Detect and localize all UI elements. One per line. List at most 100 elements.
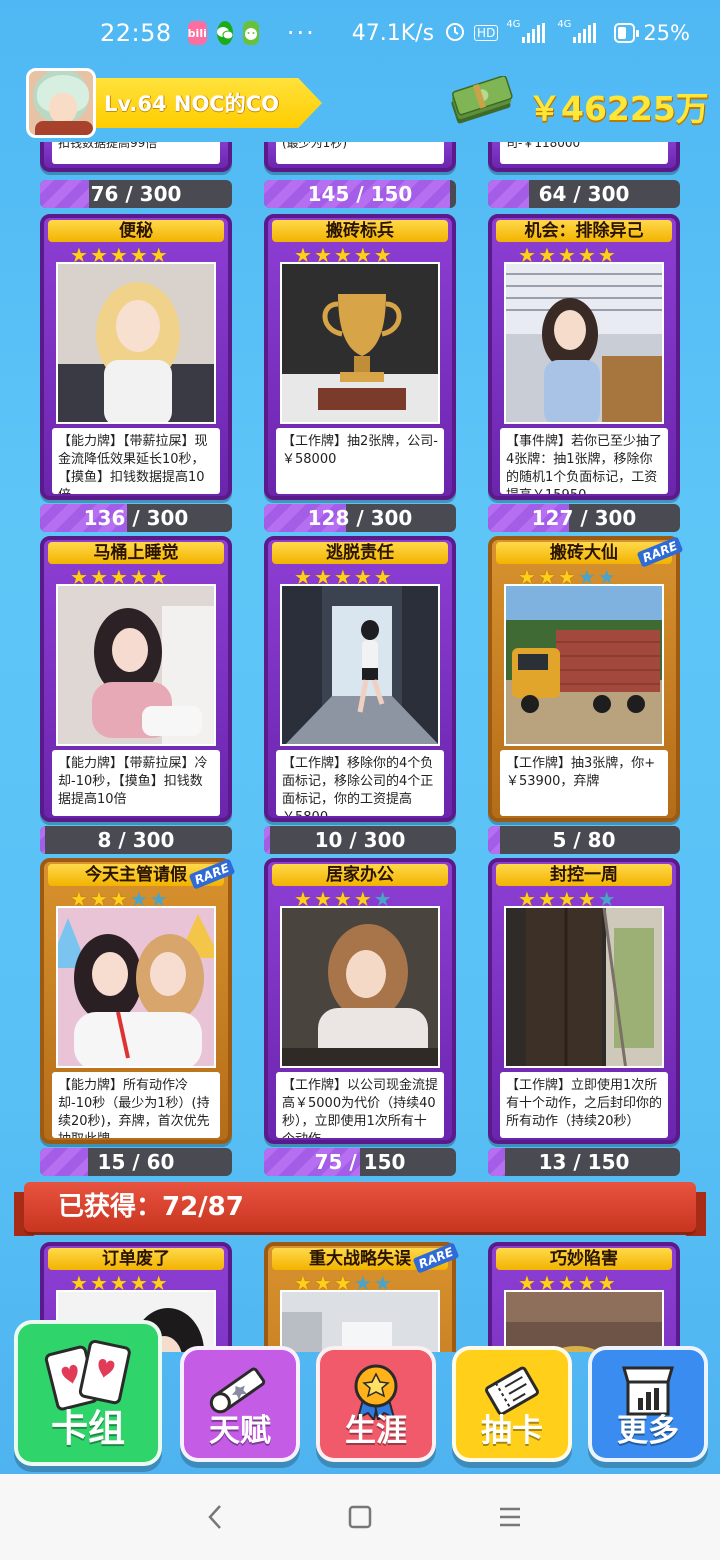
tab-more[interactable]: 更多 — [588, 1346, 708, 1462]
card-progress: 127 / 300 — [488, 504, 680, 532]
card-description: 司-￥118000 — [500, 142, 668, 164]
progress-text: 136 / 300 — [83, 506, 189, 530]
progress-text: 75 / 150 — [314, 1150, 406, 1174]
card-eliminate-rivals[interactable]: 机会：排除异己 ★★★★★ 【事件牌】若你已至少抽了4张牌：抽1张牌，移除你的随… — [488, 214, 680, 500]
tab-draw-card[interactable]: 抽卡 — [452, 1346, 572, 1462]
more-notifications-icon: ··· — [286, 19, 316, 47]
card-partial-3[interactable]: 司-￥118000 — [488, 142, 680, 172]
avatar[interactable] — [26, 68, 96, 138]
card-art — [504, 906, 664, 1068]
card-progress: 75 / 150 — [264, 1148, 456, 1176]
home-icon[interactable] — [340, 1500, 380, 1534]
card-art — [56, 262, 216, 424]
tab-career[interactable]: 生涯 — [316, 1346, 436, 1462]
signal-2-icon: 4G — [557, 19, 597, 43]
card-art — [280, 584, 440, 746]
progress-text: 76 / 300 — [90, 182, 182, 206]
tab-deck[interactable]: 卡组 — [14, 1320, 162, 1466]
recents-icon[interactable] — [490, 1500, 530, 1534]
card-art — [56, 906, 216, 1068]
money-stack-icon — [451, 76, 513, 124]
card-progress: 15 / 60 — [40, 1148, 232, 1176]
card-brick-master[interactable]: 搬砖大仙 RARE ★★★★★ 【工作牌】抽3张牌，你+￥53900，弃牌 — [488, 536, 684, 822]
progress-text: 10 / 300 — [314, 828, 406, 852]
card-sleep-on-toilet[interactable]: 马桶上睡觉 ★★★★★ 【能力牌】【带薪拉屎】冷却-10秒，【摸鱼】扣钱数据提高… — [40, 536, 232, 822]
network-speed: 47.1K/s — [351, 20, 435, 46]
card-name: 便秘 — [48, 220, 224, 242]
obtained-count: 已获得：72/87 — [58, 1192, 244, 1222]
card-lockdown-week[interactable]: 封控一周 ★★★★★ 【工作牌】立即使用1次所有十个动作，之后封印你的所有动作（… — [488, 858, 680, 1144]
card-name: 搬砖标兵 — [272, 220, 448, 242]
card-description: 扣钱数据提高99倍 — [52, 142, 220, 164]
card-progress: 136 / 300 — [40, 504, 232, 532]
signal-2-label: 4G — [557, 19, 572, 30]
money-amount: ￥46225万 — [528, 89, 709, 128]
card-art — [56, 584, 216, 746]
card-progress: 64 / 300 — [488, 180, 680, 208]
card-description: 【工作牌】移除你的4个负面标记，移除公司的4个正面标记，你的工资提高￥5800 — [276, 750, 444, 816]
card-art — [504, 584, 664, 746]
card-progress: 145 / 150 — [264, 180, 456, 208]
bottom-tab-bar: 卡组 天赋 生涯 抽卡 更多 — [0, 1320, 720, 1470]
card-partial-2[interactable]: (最少为1秒) — [264, 142, 456, 172]
signal-1-icon: 4G — [506, 19, 546, 43]
card-progress: 128 / 300 — [264, 504, 456, 532]
status-bar: 22:58 bili ··· 47.1K/s HD 4G 4G 25% — [0, 0, 720, 66]
progress-text: 128 / 300 — [307, 506, 413, 530]
card-description: 【工作牌】立即使用1次所有十个动作，之后封印你的所有动作（持续20秒） — [500, 1072, 668, 1138]
progress-text: 145 / 150 — [307, 182, 413, 206]
alarm-icon — [444, 20, 466, 47]
back-icon[interactable] — [196, 1500, 236, 1534]
battery-icon — [614, 23, 640, 43]
player-level-name: Lv.64 NOC的CO — [104, 92, 279, 116]
card-description: 【能力牌】【带薪拉屎】冷却-10秒，【摸鱼】扣钱数据提高10倍 — [52, 750, 220, 816]
wechat-icon — [216, 21, 233, 45]
progress-text: 15 / 60 — [97, 1150, 175, 1174]
card-art — [280, 906, 440, 1068]
system-nav-bar — [0, 1474, 720, 1560]
card-description: 【能力牌】所有动作冷却-10秒（最少为1秒）(持续20秒)，弃牌，首次优先抽取此… — [52, 1072, 220, 1138]
progress-text: 5 / 80 — [552, 828, 616, 852]
tab-label: 天赋 — [209, 1413, 271, 1449]
card-progress: 8 / 300 — [40, 826, 232, 854]
card-constipation[interactable]: 便秘 ★★★★★ 【能力牌】【带薪拉屎】现金流降低效果延长10秒，【摸鱼】扣钱数… — [40, 214, 232, 500]
progress-text: 8 / 300 — [97, 828, 175, 852]
card-name: 机会：排除异己 — [496, 220, 672, 242]
card-name: 巧妙陷害 — [496, 1248, 672, 1270]
card-description: (最少为1秒) — [276, 142, 444, 164]
card-name: 订单废了 — [48, 1248, 224, 1270]
card-name: 马桶上睡觉 — [48, 542, 224, 564]
battery-percent: 25% — [643, 21, 690, 45]
card-description: 【能力牌】【带薪拉屎】现金流降低效果延长10秒，【摸鱼】扣钱数据提高10倍 — [52, 428, 220, 494]
card-description: 【工作牌】以公司现金流提高￥5000为代价（持续40秒），立即使用1次所有十个动… — [276, 1072, 444, 1138]
card-progress: 13 / 150 — [488, 1148, 680, 1176]
progress-text: 13 / 150 — [538, 1150, 630, 1174]
card-art — [504, 262, 664, 424]
card-brick-model-worker[interactable]: 搬砖标兵 ★★★★★ 【工作牌】抽2张牌，公司-￥58000 — [264, 214, 456, 500]
progress-text: 127 / 300 — [531, 506, 637, 530]
card-progress: 5 / 80 — [488, 826, 680, 854]
player-header: Lv.64 NOC的CO ￥46225万 — [0, 66, 720, 142]
bilibili-app-icon: bili — [187, 21, 207, 45]
card-description: 【工作牌】抽3张牌，你+￥53900，弃牌 — [500, 750, 668, 816]
card-name: 封控一周 — [496, 864, 672, 886]
card-collection: 扣钱数据提高99倍 (最少为1秒) 司-￥118000 76 / 300 145… — [0, 142, 720, 1352]
card-art — [280, 262, 440, 424]
signal-1-label: 4G — [506, 19, 521, 30]
tab-talent[interactable]: 天赋 — [180, 1346, 300, 1462]
obtained-ribbon: 已获得：72/87 — [14, 1182, 706, 1236]
card-progress: 10 / 300 — [264, 826, 456, 854]
card-name: 逃脱责任 — [272, 542, 448, 564]
card-name: 居家办公 — [272, 864, 448, 886]
progress-text: 64 / 300 — [538, 182, 630, 206]
card-work-from-home[interactable]: 居家办公 ★★★★★ 【工作牌】以公司现金流提高￥5000为代价（持续40秒），… — [264, 858, 456, 1144]
card-description: 【事件牌】若你已至少抽了4张牌：抽1张牌，移除你的随机1个负面标记，工资提高￥1… — [500, 428, 668, 494]
tab-label: 抽卡 — [481, 1413, 543, 1449]
card-partial-1[interactable]: 扣钱数据提高99倍 — [40, 142, 232, 172]
game-app-icon — [242, 21, 259, 45]
card-escape-responsibility[interactable]: 逃脱责任 ★★★★★ 【工作牌】移除你的4个负面标记，移除公司的4个正面标记，你… — [264, 536, 456, 822]
tab-label: 生涯 — [345, 1413, 407, 1449]
card-supervisor-on-leave[interactable]: 今天主管请假 RARE ★★★★★ 【能力牌】所有动作冷却-10秒（最少为1秒）… — [40, 858, 236, 1144]
card-progress: 76 / 300 — [40, 180, 232, 208]
tab-label: 卡组 — [51, 1407, 125, 1450]
